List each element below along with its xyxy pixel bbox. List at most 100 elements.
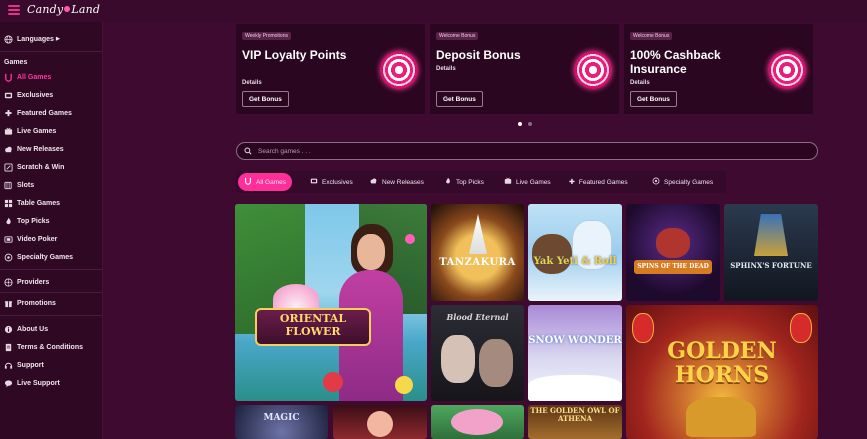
chat-icon <box>4 379 13 388</box>
game-tile-golden-owl-athena[interactable]: THE GOLDEN OWL OF ATHENA <box>528 405 622 439</box>
carousel-dot[interactable] <box>518 122 522 126</box>
sidebar-item-label: Live Support <box>17 379 60 387</box>
promo-tag: Welcome Bonus <box>630 32 673 40</box>
game-tile-yak-yeti-roll[interactable]: Yak Yeti & Roll <box>528 204 622 301</box>
sidebar-item-top-picks[interactable]: Top Picks <box>0 213 103 229</box>
candy-cone-icon <box>64 6 71 12</box>
sidebar-item-scratch-win[interactable]: Scratch & Win <box>0 159 103 175</box>
woman-face <box>357 234 385 270</box>
game-tile-unknown-red[interactable] <box>333 405 427 439</box>
sidebar-item-featured-games[interactable]: ✚ Featured Games <box>0 105 103 121</box>
tab-label: Exclusives <box>322 178 353 186</box>
game-tile-magic[interactable]: MAGIC <box>235 405 328 439</box>
divider <box>0 315 102 316</box>
game-tile-spins-of-the-dead[interactable]: SPINS OF THE DEAD <box>626 204 720 301</box>
divider <box>0 51 102 52</box>
tab-new-releases[interactable]: New Releases <box>369 173 424 191</box>
game-tile-snow-wonder[interactable]: SNOW WONDER <box>528 305 622 401</box>
tab-exclusives[interactable]: Exclusives <box>310 173 353 191</box>
languages-selector[interactable]: Languages ▶ <box>0 31 103 47</box>
game-tile-oriental-flower[interactable]: ORIENTAL FLOWER <box>235 204 427 401</box>
character-face-2 <box>479 339 513 387</box>
sidebar-item-table-games[interactable]: Table Games <box>0 195 103 211</box>
promo-card-cashback[interactable]: Welcome Bonus 100% Cashback Insurance De… <box>624 24 813 114</box>
game-tile-golden-horns[interactable]: GOLDEN HORNS <box>626 305 818 439</box>
flame-icon <box>444 177 452 187</box>
game-title: SPINS OF THE DEAD <box>637 263 709 270</box>
promo-card-vip[interactable]: Weekly Promotions VIP Loyalty Points Det… <box>236 24 425 114</box>
exclusive-icon <box>310 177 318 187</box>
sidebar-item-exclusives[interactable]: Exclusives <box>0 87 103 103</box>
lollipop-icon <box>574 51 612 89</box>
sidebar-item-label: Providers <box>17 278 50 286</box>
promo-card-deposit[interactable]: Welcome Bonus Deposit Bonus Details Get … <box>430 24 619 114</box>
sidebar-item-slots[interactable]: Slots <box>0 177 103 193</box>
tab-specialty-games[interactable]: Specialty Games <box>652 173 713 191</box>
sidebar: Languages ▶ Games All Games Exclusives ✚… <box>0 22 103 439</box>
sidebar-item-label: Live Games <box>17 127 57 135</box>
tab-featured-games[interactable]: ✚ Featured Games <box>569 173 628 191</box>
get-bonus-button[interactable]: Get Bonus <box>630 91 677 107</box>
ox-figure <box>686 397 756 437</box>
cloud-icon <box>4 145 13 154</box>
promo-details-link[interactable]: Details <box>242 80 262 86</box>
tab-top-picks[interactable]: Top Picks <box>444 173 484 191</box>
globe-icon <box>4 34 13 44</box>
sidebar-item-terms[interactable]: Terms & Conditions <box>0 339 103 355</box>
promo-title: 100% Cashback Insurance <box>630 48 721 76</box>
divider <box>0 292 102 293</box>
logo[interactable]: Candy Land <box>27 3 100 16</box>
game-tile-blood-eternal[interactable]: Blood Eternal <box>431 305 524 401</box>
candy-icon <box>244 177 252 187</box>
sidebar-item-live-games[interactable]: Live Games <box>0 123 103 139</box>
sidebar-item-video-poker[interactable]: Video Poker <box>0 231 103 247</box>
languages-label: Languages <box>17 35 54 43</box>
game-tile-sphinx-fortune[interactable]: SPHINX'S FORTUNE <box>724 204 818 301</box>
sidebar-item-providers[interactable]: Providers <box>0 274 103 290</box>
flower-ornament <box>405 234 415 244</box>
menu-icon[interactable] <box>8 5 20 15</box>
tab-label: All Games <box>256 178 286 186</box>
search-bar[interactable] <box>236 142 818 160</box>
sidebar-item-promotions[interactable]: Promotions <box>0 295 103 311</box>
get-bonus-button[interactable]: Get Bonus <box>242 91 289 107</box>
flower-figure <box>451 409 503 435</box>
table-icon <box>4 199 13 208</box>
sidebar-item-label: Terms & Conditions <box>17 343 83 351</box>
tab-label: New Releases <box>382 178 424 186</box>
tab-all-games[interactable]: All Games <box>238 173 292 191</box>
promo-details-link[interactable]: Details <box>436 66 456 72</box>
sidebar-item-label: Promotions <box>17 299 56 307</box>
info-icon <box>4 325 13 334</box>
lollipop-icon <box>768 51 806 89</box>
character-figure <box>367 411 393 437</box>
game-title: THE GOLDEN OWL OF ATHENA <box>530 406 620 423</box>
carousel-dots <box>518 122 532 126</box>
poker-icon <box>4 235 13 244</box>
character-face <box>441 335 475 383</box>
games-heading: Games <box>4 59 28 66</box>
top-bar: Candy Land <box>0 0 867 22</box>
category-tabs: All Games Exclusives New Releases Top Pi… <box>236 171 726 193</box>
sidebar-item-label: Slots <box>17 181 35 189</box>
sidebar-item-label: New Releases <box>17 145 64 153</box>
tab-live-games[interactable]: Live Games <box>504 173 551 191</box>
sidebar-item-live-support[interactable]: Live Support <box>0 375 103 391</box>
sidebar-item-all-games[interactable]: All Games <box>0 69 103 85</box>
sidebar-item-support[interactable]: Support <box>0 357 103 373</box>
get-bonus-button[interactable]: Get Bonus <box>436 91 483 107</box>
skull-figure <box>656 228 690 258</box>
exclusive-icon <box>4 91 13 100</box>
sidebar-item-new-releases[interactable]: New Releases <box>0 141 103 157</box>
snow-ground <box>528 375 622 401</box>
search-input[interactable] <box>258 147 798 155</box>
sidebar-item-label: Table Games <box>17 199 61 207</box>
sidebar-item-about-us[interactable]: About Us <box>0 321 103 337</box>
sidebar-item-specialty-games[interactable]: Specialty Games <box>0 249 103 265</box>
promo-details-link[interactable]: Details <box>630 80 650 86</box>
game-tile-tanzakura[interactable]: TANZAKURA <box>431 204 524 301</box>
game-tile-unknown-green[interactable] <box>431 405 524 439</box>
sidebar-item-label: Top Picks <box>17 217 50 225</box>
candy-icon <box>4 73 13 82</box>
carousel-dot[interactable] <box>528 122 532 126</box>
